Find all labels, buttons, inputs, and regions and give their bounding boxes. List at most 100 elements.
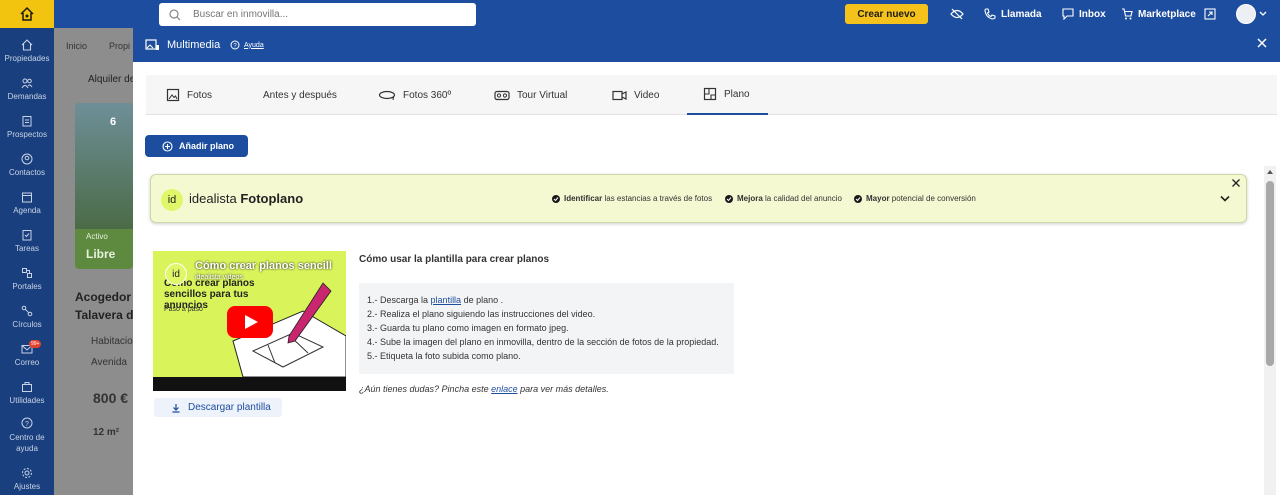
user-avatar[interactable] bbox=[1236, 4, 1256, 24]
tutorial-video[interactable]: Cómo crear planos sencillos para tus anu… bbox=[153, 251, 346, 391]
download-label: Descargar plantilla bbox=[188, 402, 271, 413]
help-circle-icon: ? bbox=[230, 40, 240, 50]
idealista-channel-logo: id bbox=[165, 263, 187, 285]
youtube-play-icon[interactable] bbox=[227, 306, 273, 338]
help-link[interactable]: ? Ayuda bbox=[230, 40, 264, 50]
media-icon bbox=[145, 39, 159, 50]
close-icon[interactable] bbox=[1256, 37, 1268, 49]
chat-icon bbox=[1062, 8, 1074, 20]
check-circle-icon bbox=[854, 194, 862, 203]
check-circle-icon bbox=[552, 194, 560, 203]
modal-header: Multimedia ? Ayuda bbox=[133, 28, 1280, 62]
photo-icon bbox=[166, 88, 180, 102]
modal-scrollbar[interactable] bbox=[1264, 166, 1276, 495]
top-bar: Crear nuevo Llamada Inbox Marketplace bbox=[0, 0, 1280, 28]
help-label: Ayuda bbox=[244, 41, 264, 49]
tab-antes-despues[interactable]: Antes y después bbox=[263, 75, 337, 115]
sidebar-item-agenda[interactable]: Agenda bbox=[0, 191, 54, 215]
tasks-icon bbox=[22, 230, 32, 241]
home-icon bbox=[21, 39, 33, 51]
sidebar-label: Utilidades bbox=[9, 396, 45, 405]
tab-label: Video bbox=[634, 89, 660, 101]
sidebar-label: Tareas bbox=[14, 244, 39, 253]
status-free: Libre bbox=[86, 247, 116, 261]
sidebar-label: Portales bbox=[12, 282, 42, 291]
sidebar-item-ajustes[interactable]: Ajustes bbox=[0, 467, 54, 491]
sidebar-item-portales[interactable]: Portales bbox=[0, 267, 54, 291]
step-3: 3.- Guarda tu plano como imagen en forma… bbox=[367, 323, 569, 333]
property-title: Acogedor Talavera d bbox=[75, 288, 133, 324]
sidebar-label: Círculos bbox=[12, 320, 42, 329]
search-input[interactable] bbox=[193, 9, 453, 20]
tab-plano[interactable]: Plano bbox=[687, 75, 768, 115]
portals-icon bbox=[22, 268, 32, 278]
tab-fotos-360[interactable]: Fotos 360º bbox=[378, 75, 451, 115]
svg-text:?: ? bbox=[25, 421, 29, 428]
sidebar-item-tareas[interactable]: Tareas bbox=[0, 229, 54, 253]
enlace-link[interactable]: enlace bbox=[491, 384, 518, 394]
tab-video[interactable]: Video bbox=[612, 75, 659, 115]
video-channel: idealista videos bbox=[195, 274, 243, 281]
inbox-label: Inbox bbox=[1079, 8, 1106, 20]
download-template-button[interactable]: Descargar plantilla bbox=[154, 398, 282, 417]
add-plano-button[interactable]: Añadir plano bbox=[145, 135, 248, 157]
scrollbar-thumb[interactable] bbox=[1266, 181, 1274, 366]
llamada-label: Llamada bbox=[1001, 8, 1042, 20]
sidebar-item-prospectos[interactable]: Prospectos bbox=[0, 115, 54, 139]
logo[interactable] bbox=[0, 0, 54, 28]
property-address: Avenida bbox=[91, 357, 127, 368]
property-type: Alquiler de bbox=[88, 74, 136, 85]
scroll-up-icon[interactable] bbox=[1266, 169, 1274, 175]
chevron-down-icon[interactable] bbox=[1220, 195, 1230, 202]
property-photo bbox=[75, 103, 133, 229]
tab-tour-virtual[interactable]: Tour Virtual bbox=[494, 75, 567, 115]
settings-icon bbox=[22, 468, 32, 478]
step-1: 1.- Descarga la plantilla de plano . bbox=[367, 293, 726, 307]
sidebar-item-contactos[interactable]: Contactos bbox=[0, 153, 54, 177]
calendar-icon bbox=[22, 192, 32, 203]
tab-label: Plano bbox=[724, 88, 750, 100]
sidebar-item-circulos[interactable]: Círculos bbox=[0, 305, 54, 329]
photo-count: 6 bbox=[110, 116, 117, 128]
instructions-steps: 1.- Descarga la plantilla de plano . 2.-… bbox=[359, 283, 734, 374]
sidebar-label: Correo bbox=[14, 358, 40, 367]
marketplace-label: Marketplace bbox=[1138, 8, 1196, 20]
more-info-text: ¿Aún tienes dudas? Pincha este enlace pa… bbox=[359, 384, 609, 394]
marketplace-link[interactable]: Marketplace bbox=[1121, 0, 1196, 28]
property-rooms: Habitacio bbox=[91, 336, 133, 347]
banner-brand: idealista bbox=[189, 191, 237, 206]
step-1-pre: 1.- Descarga la bbox=[367, 295, 429, 305]
sidebar-label: Centro de ayuda bbox=[9, 433, 45, 453]
sidebar-item-correo[interactable]: 99+ Correo bbox=[0, 340, 54, 367]
sidebar-item-demandas[interactable]: Demandas bbox=[0, 77, 54, 101]
banner-product: Fotoplano bbox=[240, 191, 304, 206]
status-active: Activo bbox=[86, 232, 108, 241]
vr-headset-icon bbox=[494, 90, 510, 100]
users-icon bbox=[21, 78, 33, 89]
clipboard-icon bbox=[22, 116, 32, 127]
sidebar-item-utilidades[interactable]: Utilidades bbox=[0, 381, 54, 405]
sidebar: Propiedades Demandas Prospectos Contacto… bbox=[0, 28, 54, 495]
feature-3-bold: Mayor bbox=[866, 194, 890, 203]
plantilla-link[interactable]: plantilla bbox=[431, 295, 462, 305]
sidebar-item-propiedades[interactable]: Propiedades bbox=[0, 39, 54, 63]
llamada-link[interactable]: Llamada bbox=[984, 0, 1042, 28]
search-bar[interactable] bbox=[159, 3, 476, 26]
crear-nuevo-button[interactable]: Crear nuevo bbox=[845, 4, 928, 24]
plus-circle-icon bbox=[162, 140, 173, 152]
inbox-link[interactable]: Inbox bbox=[1062, 0, 1106, 28]
cart-icon bbox=[1122, 8, 1133, 20]
sidebar-item-centro-ayuda[interactable]: ? Centro de ayuda bbox=[0, 417, 54, 454]
sidebar-label: Prospectos bbox=[6, 130, 48, 139]
chevron-down-icon[interactable] bbox=[1259, 11, 1267, 17]
switch-button[interactable] bbox=[1204, 0, 1216, 28]
search-icon bbox=[169, 8, 181, 20]
banner-close-icon[interactable] bbox=[1231, 178, 1241, 188]
feature-mayor: Mayor potencial de conversión bbox=[854, 194, 976, 203]
tools-icon bbox=[22, 382, 32, 392]
contact-icon bbox=[21, 153, 33, 165]
visibility-toggle[interactable] bbox=[950, 0, 964, 28]
tab-fotos[interactable]: Fotos bbox=[166, 75, 212, 115]
download-icon bbox=[172, 403, 180, 413]
eye-off-icon bbox=[950, 8, 964, 20]
